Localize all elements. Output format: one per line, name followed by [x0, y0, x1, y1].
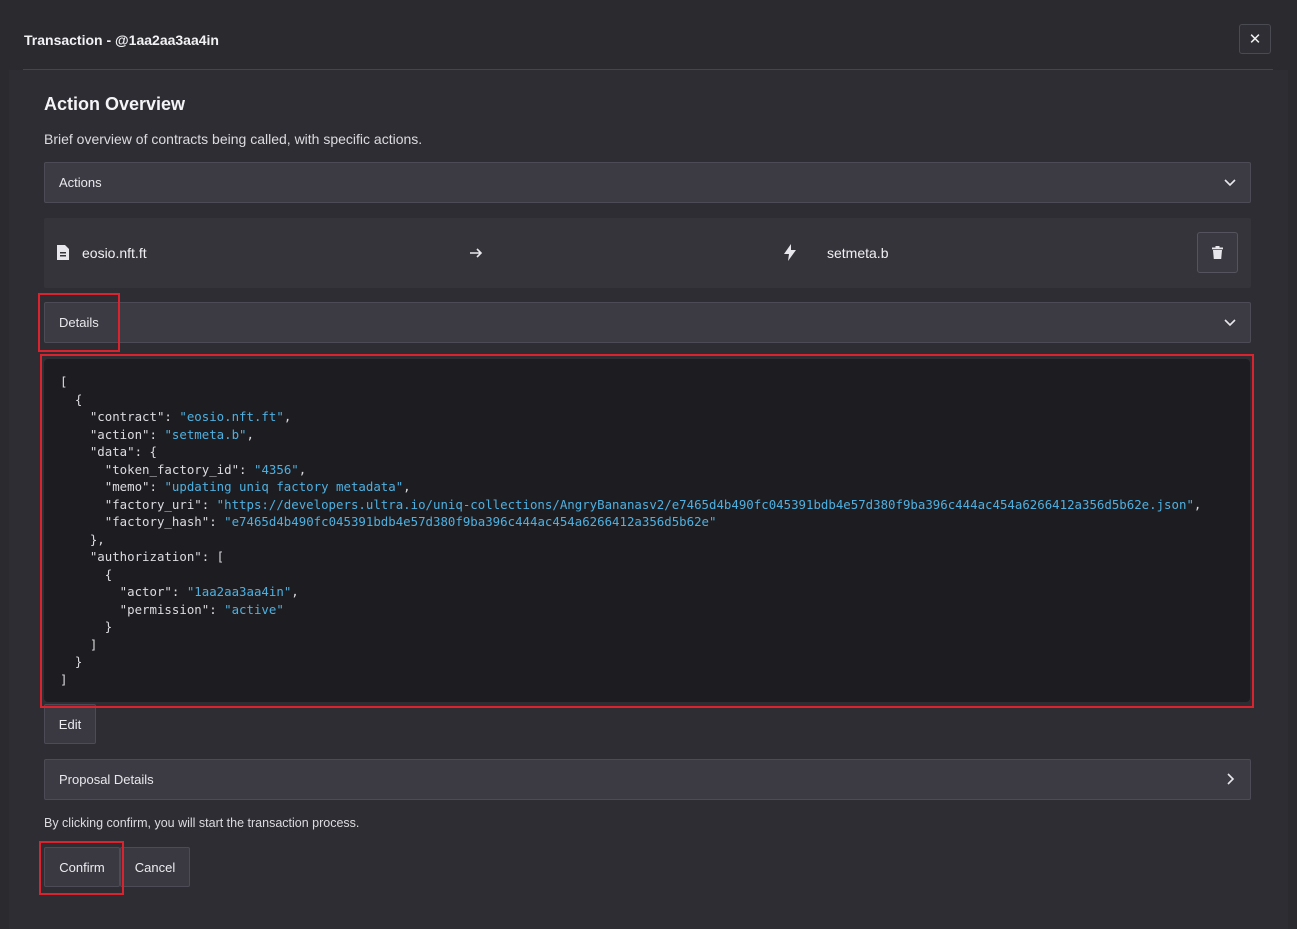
action-item: eosio.nft.ft setmeta.b — [44, 218, 1251, 288]
json-factory-hash: "e7465d4b490fc045391bdb4e57d380f9ba396c4… — [224, 514, 717, 529]
json-contract: "eosio.nft.ft" — [179, 409, 284, 424]
section-title: Action Overview — [44, 94, 186, 114]
chevron-down-icon — [1224, 179, 1236, 187]
confirm-note: By clicking confirm, you will start the … — [44, 816, 360, 830]
details-json-code: [ { "contract": "eosio.nft.ft", "action"… — [60, 374, 1202, 687]
proposal-details-label: Proposal Details — [59, 772, 154, 787]
details-accordion[interactable]: Details — [44, 302, 1251, 343]
arrow-right-icon — [470, 248, 483, 258]
close-icon: ✕ — [1248, 31, 1262, 48]
chevron-right-icon — [1227, 773, 1235, 785]
details-json-editor[interactable]: [ { "contract": "eosio.nft.ft", "action"… — [44, 359, 1250, 702]
action-name: setmeta.b — [827, 245, 889, 261]
json-factory-uri: "https://developers.ultra.io/uniq-collec… — [216, 496, 1194, 512]
json-memo: "updating uniq factory metadata" — [164, 479, 404, 494]
modal-header: Transaction - @1aa2aa3aa4in ✕ — [0, 0, 1297, 70]
details-accordion-label: Details — [59, 315, 99, 330]
section-description: Brief overview of contracts being called… — [44, 131, 423, 147]
confirm-button[interactable]: Confirm — [44, 847, 120, 887]
delete-action-button[interactable] — [1197, 232, 1238, 273]
chevron-down-icon — [1224, 319, 1236, 327]
proposal-details-accordion[interactable]: Proposal Details — [44, 759, 1251, 800]
close-button[interactable]: ✕ — [1239, 24, 1271, 54]
modal-title: Transaction - @1aa2aa3aa4in — [24, 32, 219, 48]
actions-accordion[interactable]: Actions — [44, 162, 1251, 203]
action-contract: eosio.nft.ft — [82, 245, 147, 261]
trash-icon — [1212, 246, 1223, 259]
bolt-icon — [784, 244, 796, 261]
json-actor: "1aa2aa3aa4in" — [186, 584, 292, 599]
json-action: "setmeta.b" — [164, 426, 247, 442]
file-icon — [57, 245, 69, 260]
cancel-button[interactable]: Cancel — [120, 847, 190, 887]
json-permission: "active" — [224, 601, 284, 617]
header-divider — [23, 69, 1273, 70]
actions-accordion-label: Actions — [59, 175, 102, 190]
json-token-factory-id: "4356" — [253, 461, 299, 477]
edit-button[interactable]: Edit — [44, 704, 96, 744]
